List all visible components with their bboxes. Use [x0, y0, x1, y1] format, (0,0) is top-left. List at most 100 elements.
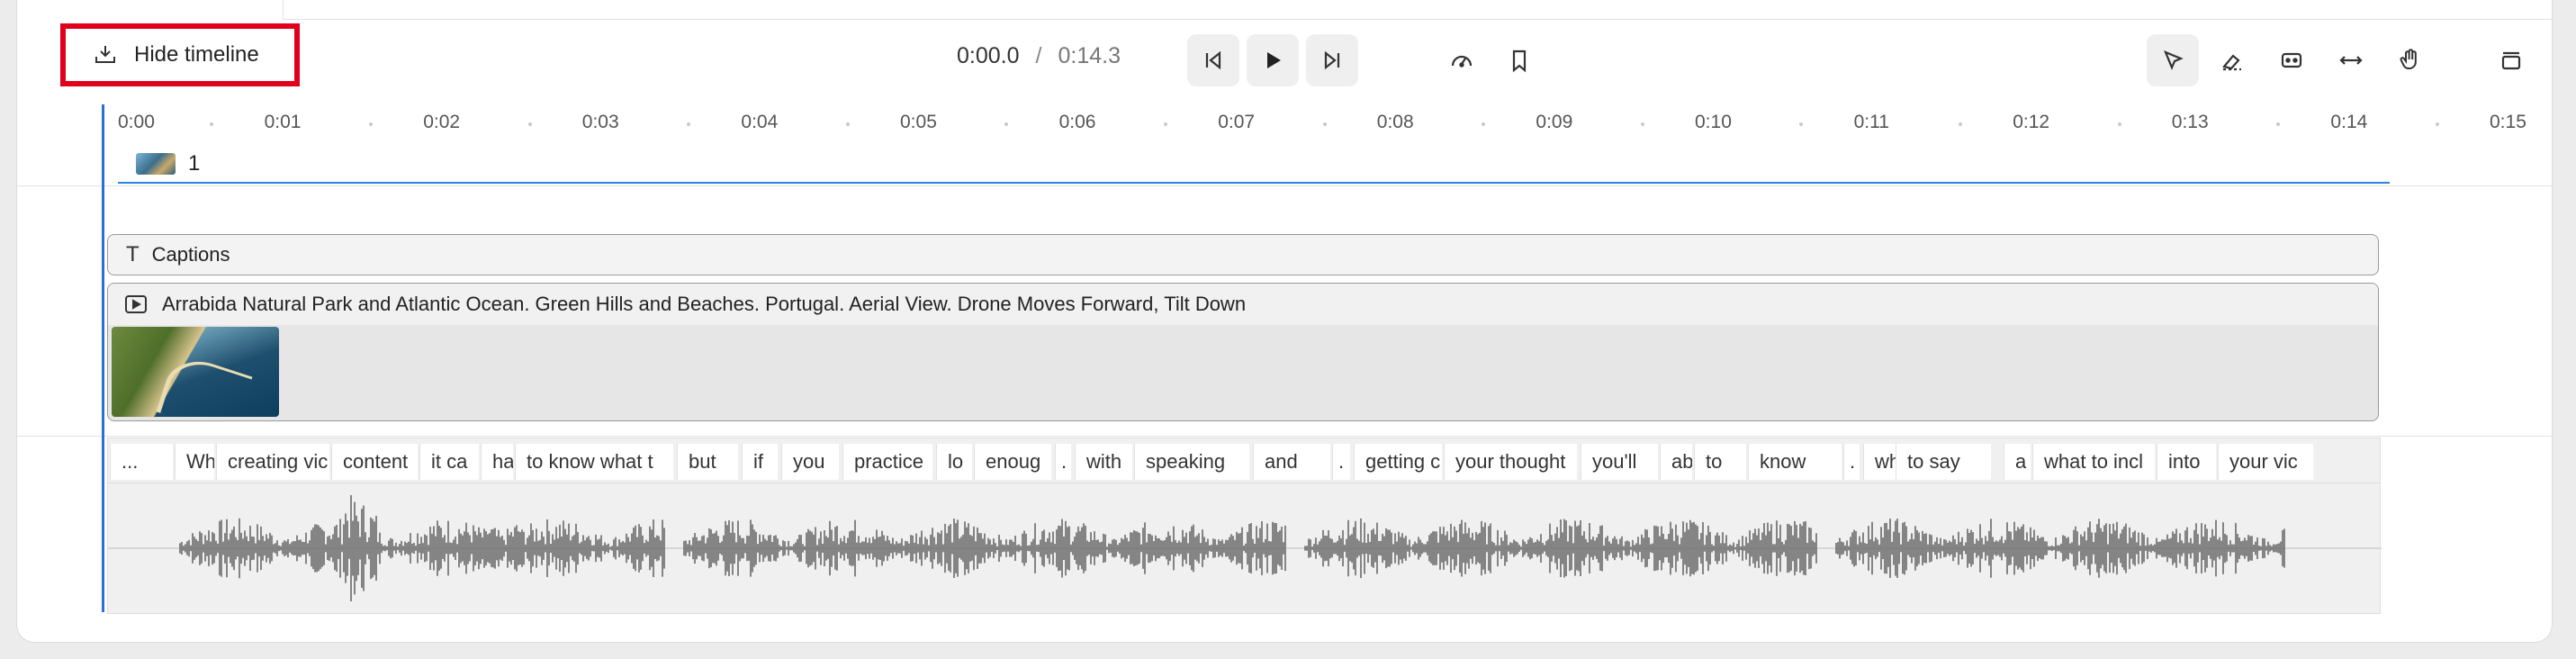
top-divider [283, 0, 2552, 20]
ruler-tick: 0:08 [1376, 112, 1414, 132]
ruler-tick: 0:14 [2330, 112, 2368, 132]
transcript-word[interactable]: to say [1896, 444, 1991, 480]
time-readout: 0:00.0 / 0:14.3 [957, 43, 1121, 69]
ruler-dot [687, 122, 691, 126]
skip-forward-icon [1324, 50, 1340, 70]
skip-back-icon [1205, 50, 1221, 70]
time-separator: / [1035, 43, 1042, 68]
transcript-word[interactable]: to know what t [515, 444, 673, 480]
transcript-word[interactable]: but [677, 444, 738, 480]
transcript-word[interactable]: and [1253, 444, 1330, 480]
time-ruler[interactable]: 0:00 0:01 0:02 0:03 0:04 0:05 0:06 0:07 0:08 0:09… [17, 101, 2552, 137]
play-button[interactable] [1247, 34, 1299, 86]
transcript-word[interactable]: content [331, 444, 418, 480]
ruler-tick: 0:15 [2490, 112, 2526, 132]
ruler-tick: 0:09 [1536, 112, 1573, 132]
ruler-dot [2276, 122, 2281, 126]
hide-timeline-icon [95, 46, 115, 63]
ruler-dot [1482, 122, 1486, 126]
transcript-audio-track[interactable]: ... Wh creating vic content it ca ha to know w… [107, 438, 2382, 614]
ruler-dot [845, 122, 850, 126]
transcript-word[interactable]: a [2004, 444, 2031, 480]
transcript-word[interactable]: if [742, 444, 778, 480]
panel-toggle-button[interactable] [2485, 34, 2537, 86]
divider [17, 436, 2552, 437]
transcript-word[interactable]: you [781, 444, 839, 480]
duration: 0:14.3 [1058, 43, 1121, 68]
transcript-word[interactable]: speaking [1134, 444, 1249, 480]
divider [17, 185, 2552, 186]
bookmark-icon [1512, 50, 1527, 73]
ruler-tick: 0:11 [1853, 112, 1889, 132]
resize-tool-button[interactable] [2325, 34, 2377, 86]
transcript-word[interactable]: your thought [1444, 444, 1577, 480]
panel-icon [2501, 51, 2521, 70]
transcript-word[interactable]: Wh [175, 444, 214, 480]
transcript-word[interactable]: . [1055, 444, 1071, 480]
transcript-word[interactable]: ha [481, 444, 513, 480]
ruler-tick: 0:02 [423, 112, 461, 132]
captions-label: Captions [151, 243, 230, 266]
transcript-word[interactable]: . [1843, 444, 1860, 480]
eraser-icon [2222, 54, 2241, 71]
current-time: 0:00.0 [957, 43, 1020, 68]
ruler-dot [1958, 122, 1962, 126]
transcript-word[interactable]: practice [842, 444, 932, 480]
transcript-word[interactable]: you'll [1581, 444, 1658, 480]
transcript-word[interactable]: ... [110, 444, 173, 480]
skip-forward-button[interactable] [1306, 34, 1358, 86]
video-title: Arrabida Natural Park and Atlantic Ocean… [162, 293, 1247, 315]
ruler-dot [210, 122, 214, 126]
speed-button[interactable] [1436, 34, 1488, 86]
scene-number: 1 [188, 151, 201, 176]
ruler-tick: 0:01 [264, 112, 302, 132]
video-track[interactable]: Arrabida Natural Park and Atlantic Ocean… [107, 283, 2379, 421]
captions-track[interactable]: T Captions [107, 234, 2379, 275]
playhead[interactable] [102, 104, 104, 612]
split-tool-button[interactable] [2265, 34, 2318, 86]
ruler-tick: 0:10 [1695, 112, 1732, 132]
transcript-word-row: ... Wh creating vic content it ca ha to know w… [108, 438, 2380, 483]
transcript-word[interactable]: getting c [1354, 444, 1442, 480]
transcript-word[interactable]: your vic [2218, 444, 2313, 480]
transcript-word[interactable]: into [2157, 444, 2216, 480]
transcript-word[interactable]: know [1748, 444, 1842, 480]
hide-timeline-button[interactable]: Hide timeline [60, 23, 300, 86]
video-track-header: Arrabida Natural Park and Atlantic Ocean… [108, 284, 2378, 325]
transcript-word[interactable]: ab [1660, 444, 1692, 480]
ruler-dot [1799, 122, 1804, 126]
transcript-word[interactable]: with [1075, 444, 1132, 480]
ruler-tick: 0:12 [2013, 112, 2050, 132]
eraser-tool-button[interactable] [2206, 34, 2258, 86]
ruler-dot [527, 122, 532, 126]
ruler-dot [1004, 122, 1009, 126]
hand-tool-button[interactable] [2384, 34, 2436, 86]
ruler-tick: 0:03 [581, 112, 619, 132]
hand-icon [2400, 49, 2417, 69]
video-clip-icon [125, 295, 147, 313]
play-icon [1267, 52, 1281, 68]
transcript-word[interactable]: creating vic [216, 444, 329, 480]
ruler-tick: 0:00 [118, 112, 155, 132]
ruler-dot [2435, 122, 2439, 126]
transcript-word[interactable]: . [1332, 444, 1350, 480]
pointer-tool-button[interactable] [2147, 34, 2199, 86]
scene-thumbnail [136, 153, 176, 175]
speed-icon [1451, 55, 1473, 68]
ruler-tick: 0:04 [741, 112, 779, 132]
ruler-tick: 0:13 [2171, 112, 2209, 132]
skip-back-button[interactable] [1187, 34, 1239, 86]
ruler-dot [1163, 122, 1167, 126]
bookmark-button[interactable] [1493, 34, 1545, 86]
transcript-word[interactable]: lo [936, 444, 972, 480]
ruler-tick: 0:07 [1218, 112, 1256, 132]
transcript-word[interactable]: it ca [419, 444, 479, 480]
transcript-word[interactable]: enoug [974, 444, 1051, 480]
video-thumbnail [112, 327, 279, 417]
transcript-word[interactable]: what to incl [2032, 444, 2155, 480]
timeline-panel: Hide timeline 0:00.0 / 0:14.3 0:00 0:01 0:… [16, 0, 2553, 643]
transcript-word[interactable]: to [1694, 444, 1746, 480]
scene-track[interactable]: 1 [118, 146, 2390, 184]
pointer-icon [2163, 50, 2184, 70]
ruler-dot [1640, 122, 1644, 126]
